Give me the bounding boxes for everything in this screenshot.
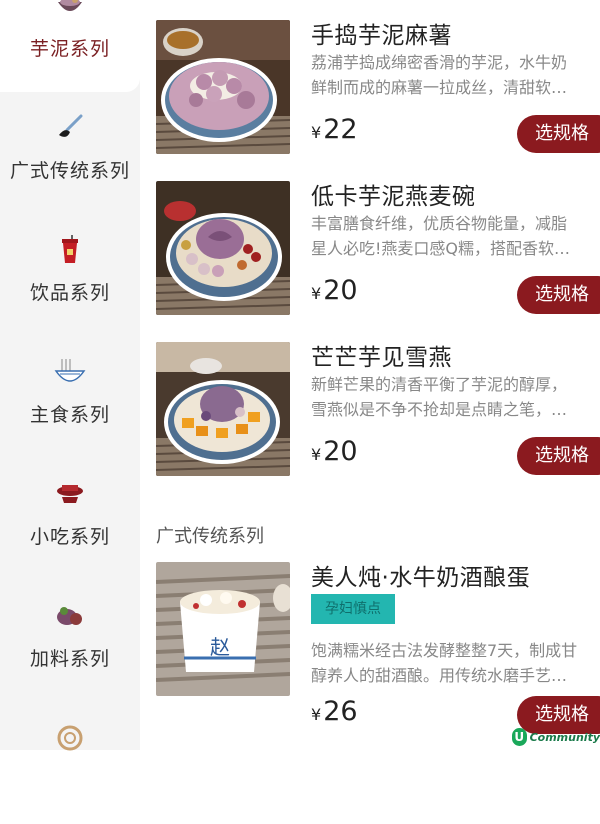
select-spec-button[interactable]: 选规格 <box>517 437 600 475</box>
sidebar-item-label: 饮品系列 <box>29 282 110 304</box>
taro-oat-bowl-photo <box>156 181 290 315</box>
select-spec-button[interactable]: 选规格 <box>517 276 600 314</box>
taro-mochi-photo <box>156 20 290 154</box>
community-watermark: U Community <box>512 724 600 750</box>
product-card[interactable]: 低卡芋泥燕麦碗 丰富膳食纤维，优质谷物能量，减脂 星人必吃!燕麦口感Q糯，搭配香… <box>156 181 600 317</box>
category-sidebar: 芋泥系列 广式传统系列 饮品系列 主食系列 小吃系列 加料系列 <box>0 0 140 751</box>
sidebar-item-label: 加料系列 <box>29 648 110 670</box>
sidebar-item-staple[interactable]: 主食系列 <box>0 336 140 458</box>
product-description: 饱满糯米经古法发酵整整7天，制成甘 醇养人的甜酒酿。用传统水磨手艺… <box>311 641 578 685</box>
sidebar-item-label: 主食系列 <box>29 404 110 426</box>
community-logo-icon: U <box>512 728 527 746</box>
snack-dish-icon <box>0 474 140 514</box>
product-price: ¥22 <box>311 114 358 145</box>
drink-cup-icon <box>0 230 140 270</box>
noodle-bowl-icon <box>0 352 140 392</box>
sidebar-item-snacks[interactable]: 小吃系列 <box>0 458 140 580</box>
topping-icon <box>0 596 140 636</box>
product-card[interactable]: 芒芒芋见雪燕 新鲜芒果的清香平衡了芋泥的醇厚， 雪燕似是不争不抢却是点睛之笔，…… <box>156 342 600 478</box>
product-price: ¥20 <box>311 275 358 306</box>
product-card[interactable]: 赵 美人炖·水牛奶酒酿蛋 孕妇慎点 饱满糯米经古法发酵整整7天，制成甘 醇养人的… <box>156 562 600 734</box>
pregnancy-warning-badge: 孕妇慎点 <box>311 594 395 624</box>
watermark-text: Community <box>529 730 600 744</box>
sidebar-item-taro[interactable]: 芋泥系列 <box>0 0 140 92</box>
product-list: 手捣芋泥麻薯 荔浦芋捣成绵密香滑的芋泥，水牛奶 鲜制而成的麻薯一拉成丝，清甜软…… <box>140 0 600 750</box>
sidebar-item-toppings[interactable]: 加料系列 <box>0 580 140 702</box>
mango-taro-photo <box>156 342 290 476</box>
product-description: 丰富膳食纤维，优质谷物能量，减脂 星人必吃!燕麦口感Q糯，搭配香软… <box>311 214 571 258</box>
product-price: ¥26 <box>311 696 358 727</box>
product-description: 新鲜芒果的清香平衡了芋泥的醇厚， 雪燕似是不争不抢却是点睛之笔，… <box>311 375 568 419</box>
product-name: 美人炖·水牛奶酒酿蛋 <box>311 565 531 591</box>
product-name: 手捣芋泥麻薯 <box>311 23 452 49</box>
sidebar-item-cantonese[interactable]: 广式传统系列 <box>0 92 140 214</box>
product-card[interactable]: 手捣芋泥麻薯 荔浦芋捣成绵密香滑的芋泥，水牛奶 鲜制而成的麻薯一拉成丝，清甜软…… <box>156 20 600 156</box>
product-name: 芒芒芋见雪燕 <box>311 345 452 371</box>
taro-bowl-icon <box>0 0 140 26</box>
product-name: 低卡芋泥燕麦碗 <box>311 184 476 210</box>
product-price: ¥20 <box>311 436 358 467</box>
sidebar-item-drinks[interactable]: 饮品系列 <box>0 214 140 336</box>
product-description: 荔浦芋捣成绵密香滑的芋泥，水牛奶 鲜制而成的麻薯一拉成丝，清甜软… <box>311 53 568 97</box>
pastry-icon <box>0 718 140 758</box>
sidebar-item-label: 芋泥系列 <box>29 38 110 60</box>
spoon-icon <box>0 108 140 148</box>
cup-character-text: 赵 <box>210 635 230 659</box>
sidebar-item-more[interactable] <box>0 702 140 824</box>
section-title: 广式传统系列 <box>156 526 264 547</box>
rice-wine-egg-photo: 赵 <box>156 562 290 696</box>
sidebar-item-label: 广式传统系列 <box>9 160 130 182</box>
select-spec-button[interactable]: 选规格 <box>517 115 600 153</box>
sidebar-item-label: 小吃系列 <box>29 526 110 548</box>
